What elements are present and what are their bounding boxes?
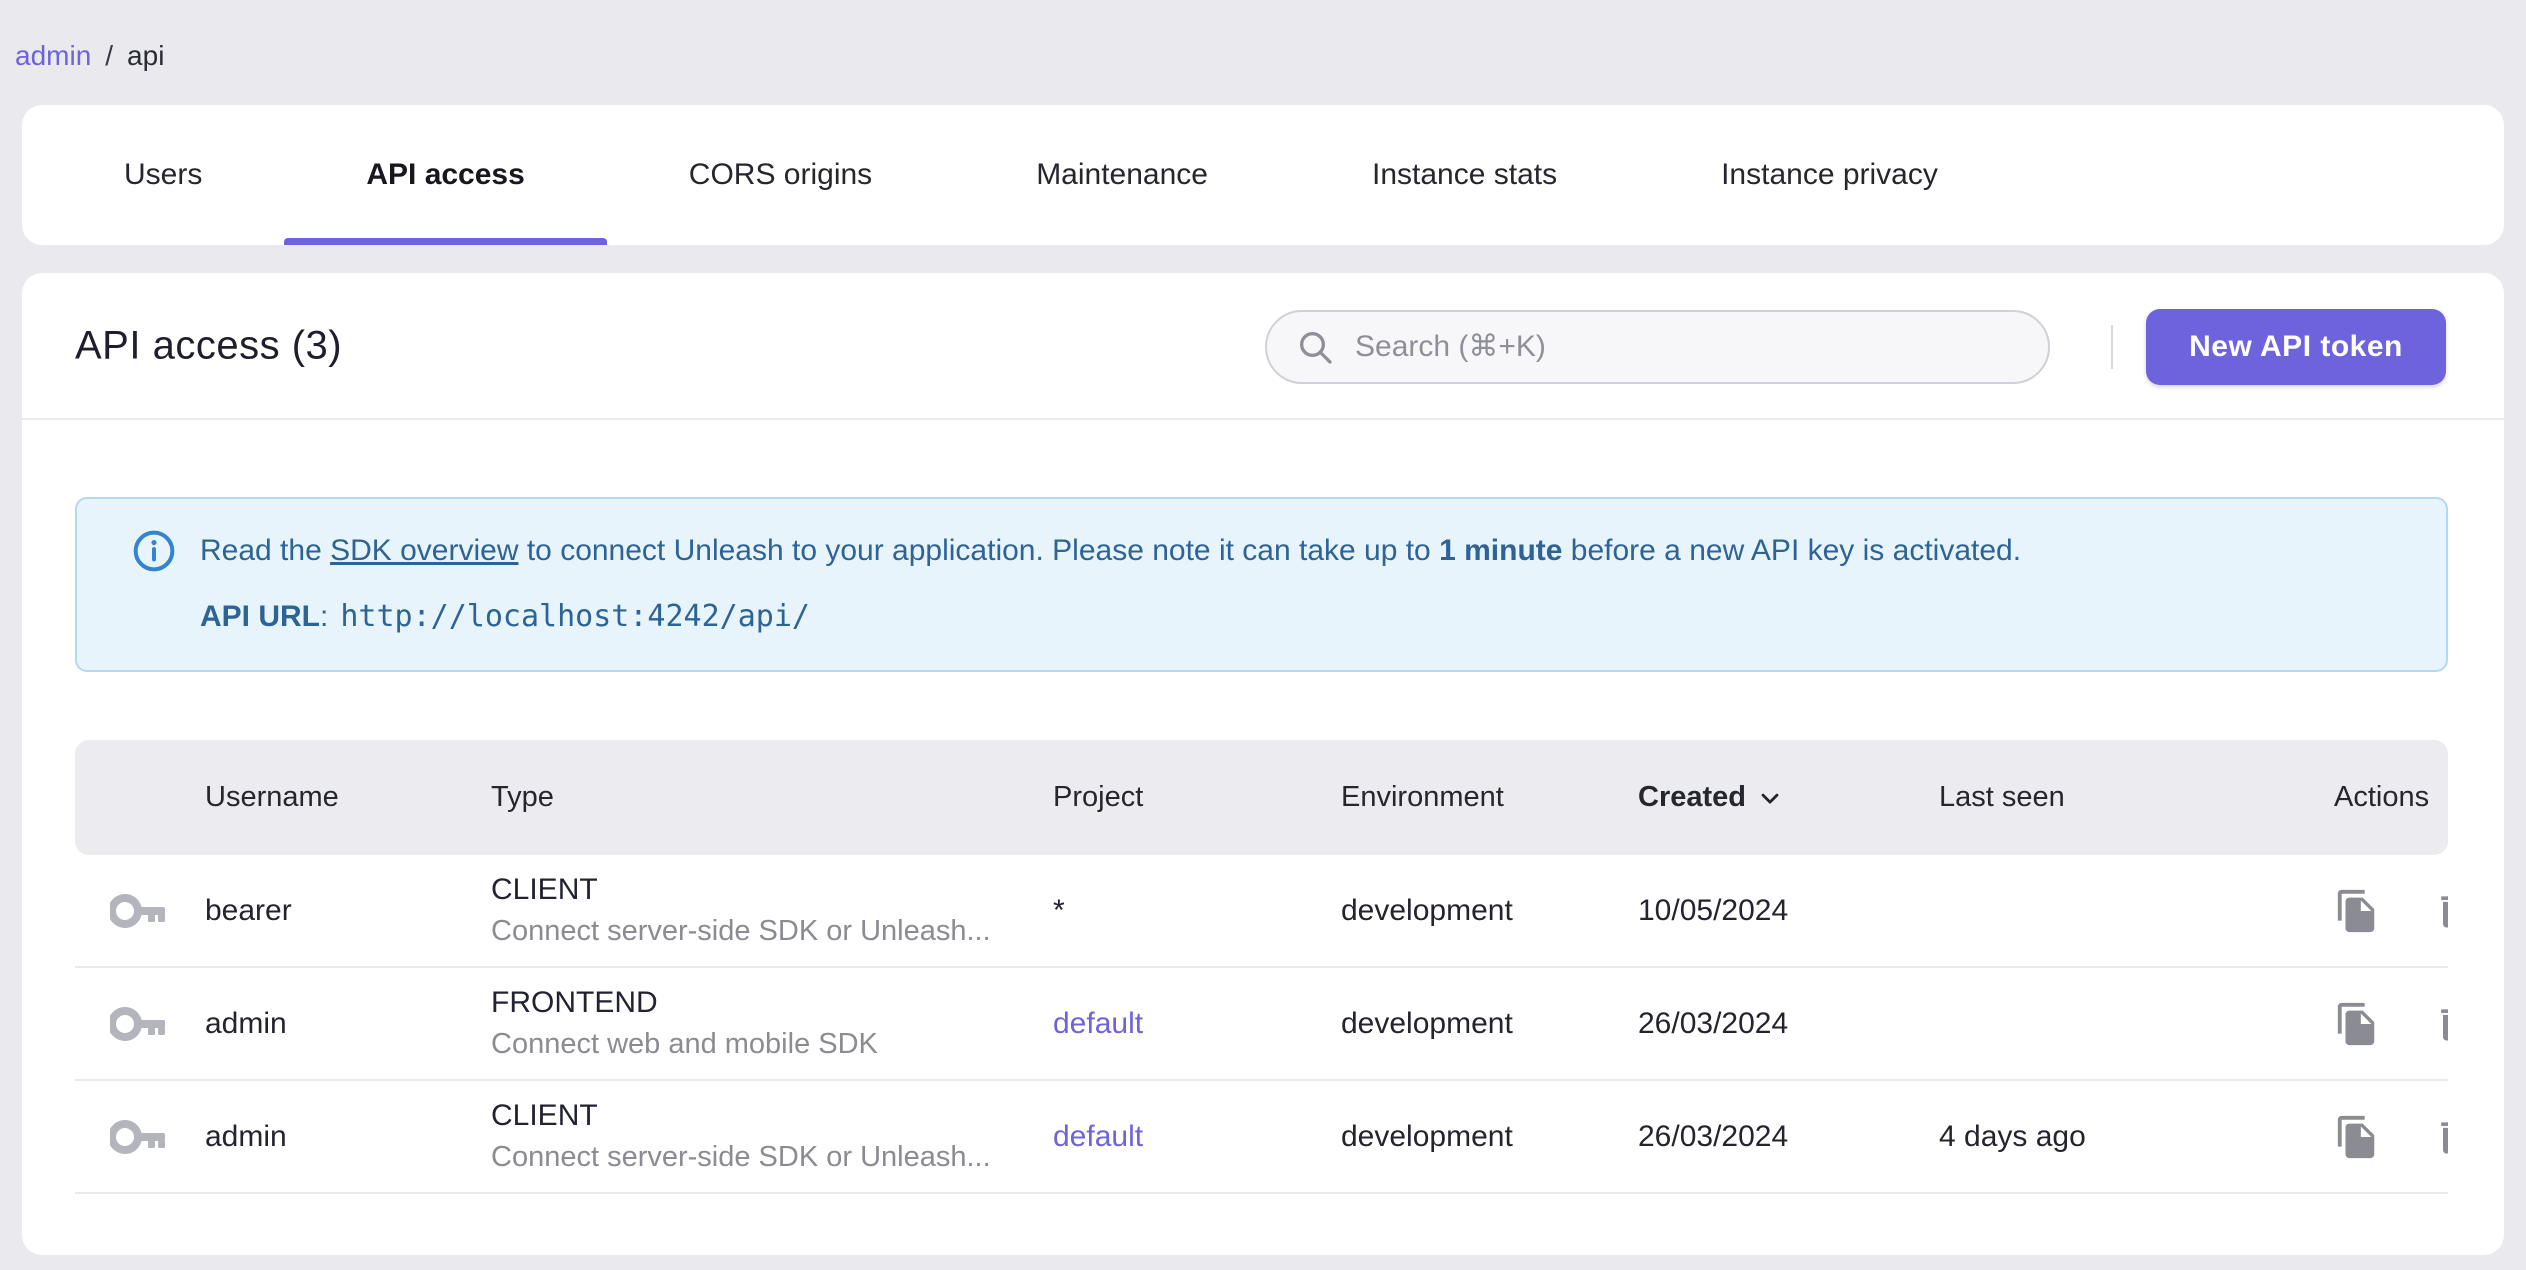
token-type-description: Connect web and mobile SDK [491,1028,878,1060]
trash-icon [2441,895,2448,927]
tab-instance-stats[interactable]: Instance stats [1290,105,1639,245]
token-username: admin [205,1006,287,1040]
copy-icon [2337,889,2375,932]
token-environment: development [1341,1119,1513,1153]
tab-api-access-label: API access [366,158,525,191]
token-type: FRONTEND [491,986,658,1019]
token-last-seen: 4 days ago [1939,1119,2086,1153]
token-environment: development [1341,1006,1513,1040]
search-box[interactable] [1265,310,2050,384]
sdk-info-banner: Read the SDK overview to connect Unleash… [75,497,2448,672]
tab-maintenance[interactable]: Maintenance [954,105,1290,245]
api-access-card: API access (3) New API token Read the SD… [22,273,2504,1255]
breadcrumb: admin / api [15,40,164,72]
trash-icon [2441,1121,2448,1153]
table-header-row: Username Type Project Environment Create… [75,740,2448,855]
token-project: * [1053,893,1065,927]
copy-token-button[interactable] [2334,1114,2380,1160]
api-url-label: API URL [200,599,320,633]
token-created-date: 26/03/2024 [1638,1119,1789,1153]
column-header-actions: Actions [2334,781,2430,813]
breadcrumb-admin-link[interactable]: admin [15,40,91,72]
table-row: bearer CLIENT Connect server-side SDK or… [75,855,2448,968]
column-header-project[interactable]: Project [1053,781,1341,814]
search-icon [1300,332,1332,364]
delete-token-button[interactable] [2432,1002,2448,1046]
token-username: admin [205,1119,287,1153]
token-environment: development [1341,893,1513,927]
token-project-link[interactable]: default [1053,1007,1143,1040]
tab-api-access[interactable]: API access [284,105,607,245]
delete-token-button[interactable] [2432,889,2448,933]
new-api-token-button[interactable]: New API token [2146,309,2446,385]
delete-token-button[interactable] [2432,1115,2448,1159]
key-icon [110,1006,165,1041]
breadcrumb-separator: / [105,40,114,71]
token-project-link[interactable]: default [1053,1120,1143,1153]
api-tokens-table: Username Type Project Environment Create… [75,740,2448,1194]
token-username: bearer [205,893,292,927]
sort-chevron-down-icon [1761,793,1779,803]
breadcrumb-current-page: api [127,40,165,71]
token-created-date: 10/05/2024 [1638,893,1789,927]
info-icon [133,530,175,572]
column-header-username[interactable]: Username [205,781,491,814]
copy-token-button[interactable] [2334,1001,2380,1047]
tab-bar: Users API access CORS origins Maintenanc… [22,105,2504,245]
api-url-value: http://localhost:4242/api/ [340,599,810,634]
table-row: admin FRONTEND Connect web and mobile SD… [75,968,2448,1081]
page-title: API access (3) [75,323,343,367]
copy-token-button[interactable] [2334,888,2380,934]
column-header-last-seen[interactable]: Last seen [1939,781,2279,814]
content-header: API access (3) New API token [22,273,2504,420]
tab-cors-origins[interactable]: CORS origins [607,105,954,245]
sdk-overview-link[interactable]: SDK overview [330,534,518,567]
tab-users[interactable]: Users [42,105,284,245]
search-input[interactable] [1355,330,2024,364]
banner-text: Read the SDK overview to connect Unleash… [200,534,2022,567]
token-created-date: 26/03/2024 [1638,1006,1789,1040]
token-type-description: Connect server-side SDK or Unleash... [491,915,991,947]
key-icon [110,893,165,928]
copy-icon [2337,1002,2375,1045]
copy-icon [2337,1115,2375,1158]
key-icon [110,1119,165,1154]
trash-icon [2441,1008,2448,1040]
token-type: CLIENT [491,873,598,906]
column-header-environment[interactable]: Environment [1341,781,1638,814]
column-header-created[interactable]: Created [1638,781,1939,814]
active-tab-indicator [284,238,607,245]
column-header-type[interactable]: Type [491,781,1053,814]
token-type: CLIENT [491,1099,598,1132]
header-vertical-divider [2111,325,2113,369]
table-row: admin CLIENT Connect server-side SDK or … [75,1081,2448,1194]
settings-tabs-card: Users API access CORS origins Maintenanc… [22,105,2504,245]
token-type-description: Connect server-side SDK or Unleash... [491,1141,991,1173]
tab-instance-privacy[interactable]: Instance privacy [1639,105,2020,245]
api-url-line: API URL: http://localhost:4242/api/ [200,599,810,634]
